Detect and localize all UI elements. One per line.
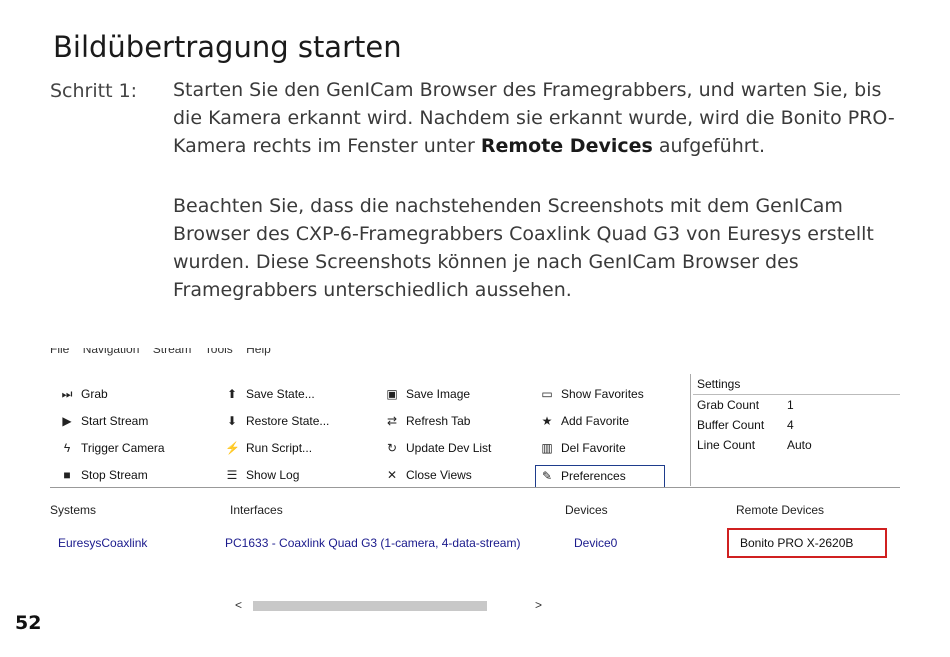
show-favorites-icon: ▭	[541, 387, 553, 401]
stop-icon: ■	[63, 468, 71, 482]
save-image-label: Save Image	[406, 387, 471, 401]
trigger-camera-label: Trigger Camera	[81, 441, 165, 455]
preferences-button[interactable]: ✎ Preferences	[535, 465, 665, 488]
toolbar-column-2: ⬆ Save State... ⬇ Restore State... ⚡ Run Sc…	[225, 384, 329, 492]
restore-state-label: Restore State...	[246, 414, 330, 428]
settings-key: Line Count	[697, 438, 756, 452]
close-views-label: Close Views	[406, 468, 472, 482]
grab-button[interactable]: ⏭ Grab	[60, 384, 165, 405]
page-title: Bildübertragung starten	[53, 30, 402, 64]
show-log-button[interactable]: ☰ Show Log	[225, 465, 329, 486]
save-state-button[interactable]: ⬆ Save State...	[225, 384, 329, 405]
trash-icon: ▥	[541, 441, 553, 455]
remote-device-item[interactable]: Bonito PRO X-2620B	[740, 536, 853, 550]
settings-header: Settings	[693, 374, 900, 395]
scroll-thumb[interactable]	[253, 601, 487, 611]
toolbar-column-1: ⏭ Grab ▶ Start Stream ϟ Trigger Camera ■ Sto…	[60, 384, 165, 492]
stop-stream-label: Stop Stream	[81, 468, 148, 482]
horizontal-scrollbar[interactable]: < >	[225, 598, 545, 612]
refresh-tab-label: Refresh Tab	[406, 414, 471, 428]
page-number: 52	[15, 612, 42, 634]
stop-stream-button[interactable]: ■ Stop Stream	[60, 465, 165, 486]
run-script-button[interactable]: ⚡ Run Script...	[225, 438, 329, 459]
toolbar-column-4: ▭ Show Favorites ★ Add Favorite ▥ Del Favor…	[535, 384, 665, 494]
run-script-label: Run Script...	[246, 441, 313, 455]
close-icon: ✕	[386, 468, 398, 482]
interface-item[interactable]: PC1633 - Coaxlink Quad G3 (1-camera, 4-d…	[225, 536, 520, 550]
star-icon: ★	[541, 414, 553, 428]
show-favorites-label: Show Favorites	[561, 387, 644, 401]
devices-header: Devices	[565, 503, 608, 517]
menu-file[interactable]: File	[50, 348, 69, 356]
wrench-icon: ✎	[541, 469, 553, 483]
update-icon: ↻	[386, 441, 398, 455]
scroll-right-arrow[interactable]: >	[535, 598, 542, 612]
menu-bar: File Navigation Stream Tools Help	[50, 348, 281, 362]
trigger-camera-button[interactable]: ϟ Trigger Camera	[60, 438, 165, 459]
menu-stream[interactable]: Stream	[153, 348, 192, 356]
para1-end: aufgeführt.	[652, 135, 766, 157]
settings-row-line-count[interactable]: Line Count Auto	[693, 435, 900, 455]
start-stream-button[interactable]: ▶ Start Stream	[60, 411, 165, 432]
step-paragraph-2: Beachten Sie, dass die nachstehenden Scr…	[173, 195, 874, 301]
interfaces-header: Interfaces	[230, 503, 283, 517]
settings-panel: Settings Grab Count 1 Buffer Count 4 Line …	[693, 374, 900, 455]
systems-header: Systems	[50, 503, 97, 517]
add-favorite-label: Add Favorite	[561, 414, 630, 428]
save-image-button[interactable]: ▣ Save Image	[385, 384, 491, 405]
menu-tools[interactable]: Tools	[205, 348, 233, 356]
step-label: Schritt 1:	[50, 80, 138, 102]
refresh-icon: ⇄	[386, 414, 398, 428]
del-favorite-button[interactable]: ▥ Del Favorite	[540, 438, 665, 459]
update-dev-list-button[interactable]: ↻ Update Dev List	[385, 438, 491, 459]
save-state-label: Save State...	[246, 387, 315, 401]
settings-row-buffer-count[interactable]: Buffer Count 4	[693, 415, 900, 435]
genicam-browser-screenshot: File Navigation Stream Tools Help ⏭ Grab …	[50, 348, 900, 618]
restore-state-button[interactable]: ⬇ Restore State...	[225, 411, 329, 432]
menu-navigation[interactable]: Navigation	[83, 348, 140, 356]
run-script-icon: ⚡	[225, 441, 240, 455]
step-paragraph-1: Starten Sie den GenICam Browser des Fram…	[173, 76, 913, 160]
settings-row-grab-count[interactable]: Grab Count 1	[693, 395, 900, 415]
toolbar-column-3: ▣ Save Image ⇄ Refresh Tab ↻ Update Dev Lis…	[385, 384, 491, 492]
settings-value: 1	[787, 398, 794, 412]
del-favorite-label: Del Favorite	[561, 441, 626, 455]
grab-label: Grab	[81, 387, 108, 401]
show-log-label: Show Log	[246, 468, 300, 482]
system-item[interactable]: EuresysCoaxlink	[58, 536, 147, 550]
menu-help[interactable]: Help	[246, 348, 271, 356]
grab-icon: ⏭	[61, 387, 73, 401]
close-views-button[interactable]: ✕ Close Views	[385, 465, 491, 486]
save-image-icon: ▣	[386, 387, 398, 401]
refresh-tab-button[interactable]: ⇄ Refresh Tab	[385, 411, 491, 432]
section-divider	[50, 487, 900, 488]
toolbar-divider	[690, 374, 691, 486]
remote-devices-header: Remote Devices	[736, 503, 825, 517]
play-icon: ▶	[62, 414, 72, 428]
lightning-icon: ϟ	[63, 441, 71, 455]
start-stream-label: Start Stream	[81, 414, 149, 428]
save-state-icon: ⬆	[226, 387, 238, 401]
add-favorite-button[interactable]: ★ Add Favorite	[540, 411, 665, 432]
settings-value: Auto	[787, 438, 812, 452]
show-favorites-button[interactable]: ▭ Show Favorites	[540, 384, 665, 405]
update-dev-list-label: Update Dev List	[406, 441, 492, 455]
settings-value: 4	[787, 418, 794, 432]
restore-state-icon: ⬇	[226, 414, 238, 428]
remote-devices-bold: Remote Devices	[480, 135, 653, 157]
preferences-label: Preferences	[561, 469, 626, 483]
scroll-left-arrow[interactable]: <	[235, 598, 242, 612]
device-item[interactable]: Device0	[574, 536, 617, 550]
settings-key: Grab Count	[697, 398, 760, 412]
settings-key: Buffer Count	[697, 418, 765, 432]
show-log-icon: ☰	[226, 468, 238, 482]
